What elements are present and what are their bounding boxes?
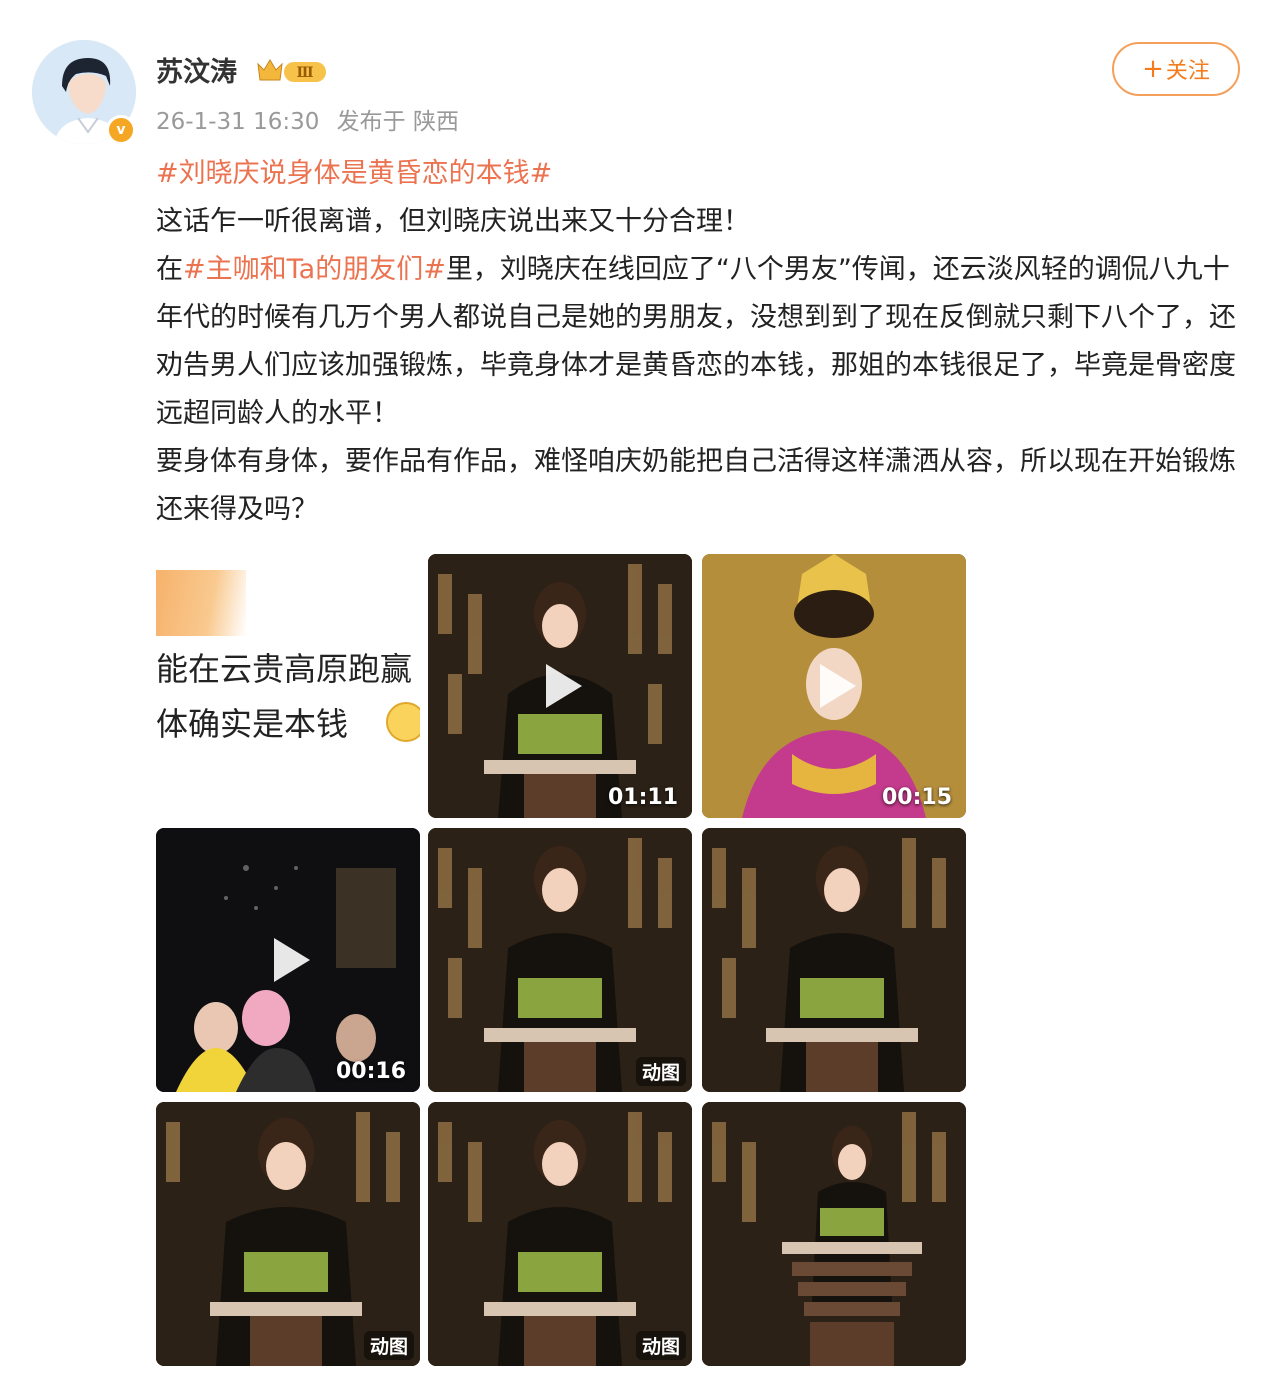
play-icon[interactable]: [804, 656, 864, 716]
topic-link-main[interactable]: #刘晓庆说身体是黄昏恋的本钱#: [156, 158, 552, 189]
post-paragraph-2: 在#主咖和Ta的朋友们#里，刘晓庆在线回应了“八个男友”传闻，还云淡风轻的调侃八…: [156, 246, 1248, 438]
play-icon[interactable]: [530, 656, 590, 716]
stage-thumbnail: [702, 828, 966, 1092]
smile-emoji-icon: [386, 702, 420, 742]
media-gif-3[interactable]: 动图: [428, 1102, 692, 1366]
post-meta: 26-1-31 16:30 发布于 陕西: [156, 102, 459, 136]
media-text-image[interactable]: 能在云贵高原跑赢 体确实是本钱: [156, 554, 420, 818]
stage-thumbnail: [156, 1102, 420, 1366]
media-gif-1[interactable]: 动图: [428, 828, 692, 1092]
media-image-1[interactable]: [702, 828, 966, 1092]
post-timestamp: 26-1-31 16:30: [156, 109, 320, 135]
gif-badge: 动图: [635, 1057, 686, 1086]
media-video-2[interactable]: 00:15: [702, 554, 966, 818]
stage-thumbnail: [702, 1102, 966, 1366]
plus-icon: +: [1142, 54, 1164, 84]
text-image-line-1: 能在云贵高原跑赢: [156, 650, 413, 688]
media-image-2[interactable]: [702, 1102, 966, 1366]
post-paragraph-3: 要身体有身体，要作品有作品，难怪咱庆奶能把自己活得这样潇洒从容，所以现在开始锻炼…: [156, 446, 1236, 525]
video-duration: 01:11: [607, 785, 678, 810]
follow-button-label: 关注: [1165, 59, 1210, 84]
author-name[interactable]: 苏汶涛: [156, 50, 237, 89]
level-badge-text: Ⅲ: [296, 65, 313, 81]
crown-level-badge-icon[interactable]: Ⅲ: [256, 56, 330, 86]
post-line-1: 这话乍一听很离谱，但刘晓庆说出来又十分合理！: [156, 206, 750, 237]
video-duration: 00:15: [881, 785, 952, 810]
media-gif-2[interactable]: 动图: [156, 1102, 420, 1366]
play-icon[interactable]: [258, 930, 318, 990]
topic-link-inline[interactable]: #主咖和Ta的朋友们#: [183, 254, 446, 285]
media-grid: 能在云贵高原跑赢 体确实是本钱 01:11 00:15 00:16 动图 动图 …: [156, 554, 966, 1366]
para2-prefix: 在: [156, 254, 183, 285]
text-image-line-2: 体确实是本钱: [156, 705, 349, 743]
gif-badge: 动图: [363, 1331, 414, 1360]
follow-button[interactable]: + 关注: [1112, 42, 1240, 96]
post-location: 发布于 陕西: [336, 109, 459, 135]
stage-thumbnail: [428, 1102, 692, 1366]
post-body: #刘晓庆说身体是黄昏恋的本钱# 这话乍一听很离谱，但刘晓庆说出来又十分合理！ 在…: [156, 150, 1248, 534]
marker-highlight: [156, 570, 246, 636]
media-video-3[interactable]: 00:16: [156, 828, 420, 1092]
stage-thumbnail: [428, 828, 692, 1092]
video-duration: 00:16: [335, 1059, 406, 1084]
gif-badge: 动图: [635, 1331, 686, 1360]
verified-badge-icon: v: [106, 115, 136, 145]
media-video-1[interactable]: 01:11: [428, 554, 692, 818]
